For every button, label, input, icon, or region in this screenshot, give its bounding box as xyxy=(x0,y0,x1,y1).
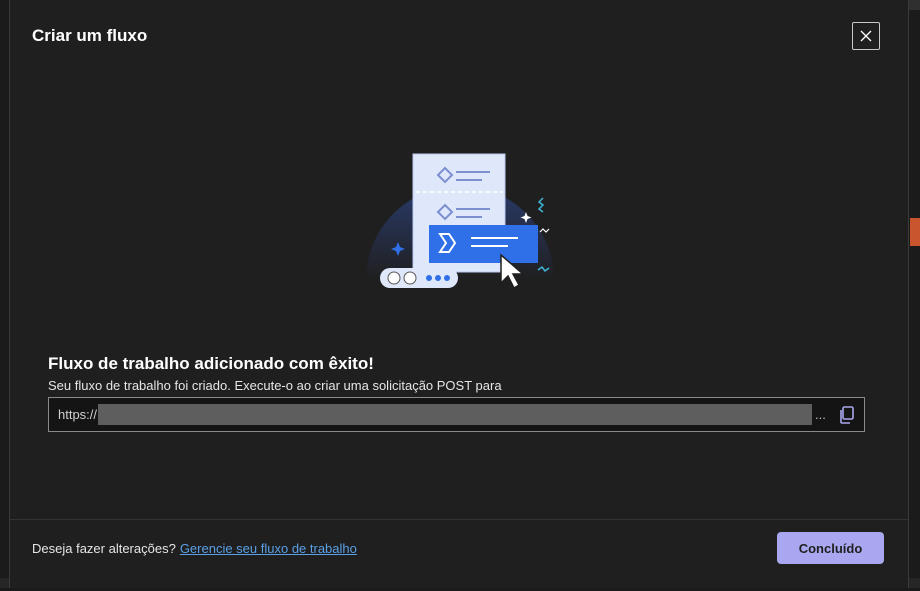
copy-icon[interactable] xyxy=(838,405,856,425)
footer-divider xyxy=(10,519,908,520)
success-illustration xyxy=(366,153,554,290)
manage-workflow-link[interactable]: Gerencie seu fluxo de trabalho xyxy=(180,541,357,556)
footer-prompt: Deseja fazer alterações? Gerencie seu flu… xyxy=(32,541,357,556)
background-app-icon xyxy=(910,218,920,246)
close-button[interactable] xyxy=(852,22,880,50)
url-ellipsis: ... xyxy=(815,407,826,422)
workflow-url-field[interactable]: https:// ... xyxy=(48,397,865,432)
footer-question: Deseja fazer alterações? xyxy=(32,541,176,556)
url-prefix: https:// xyxy=(58,407,98,422)
done-button[interactable]: Concluído xyxy=(777,532,884,564)
success-headline: Fluxo de trabalho adicionado com êxito! xyxy=(48,354,374,373)
close-icon xyxy=(860,30,872,42)
url-redacted xyxy=(98,404,813,425)
create-flow-dialog: Criar um fluxo Fluxo de trabalho adicion… xyxy=(9,0,909,588)
success-description: Seu fluxo de trabalho foi criado. Execut… xyxy=(48,378,502,393)
dialog-title: Criar um fluxo xyxy=(32,26,148,45)
